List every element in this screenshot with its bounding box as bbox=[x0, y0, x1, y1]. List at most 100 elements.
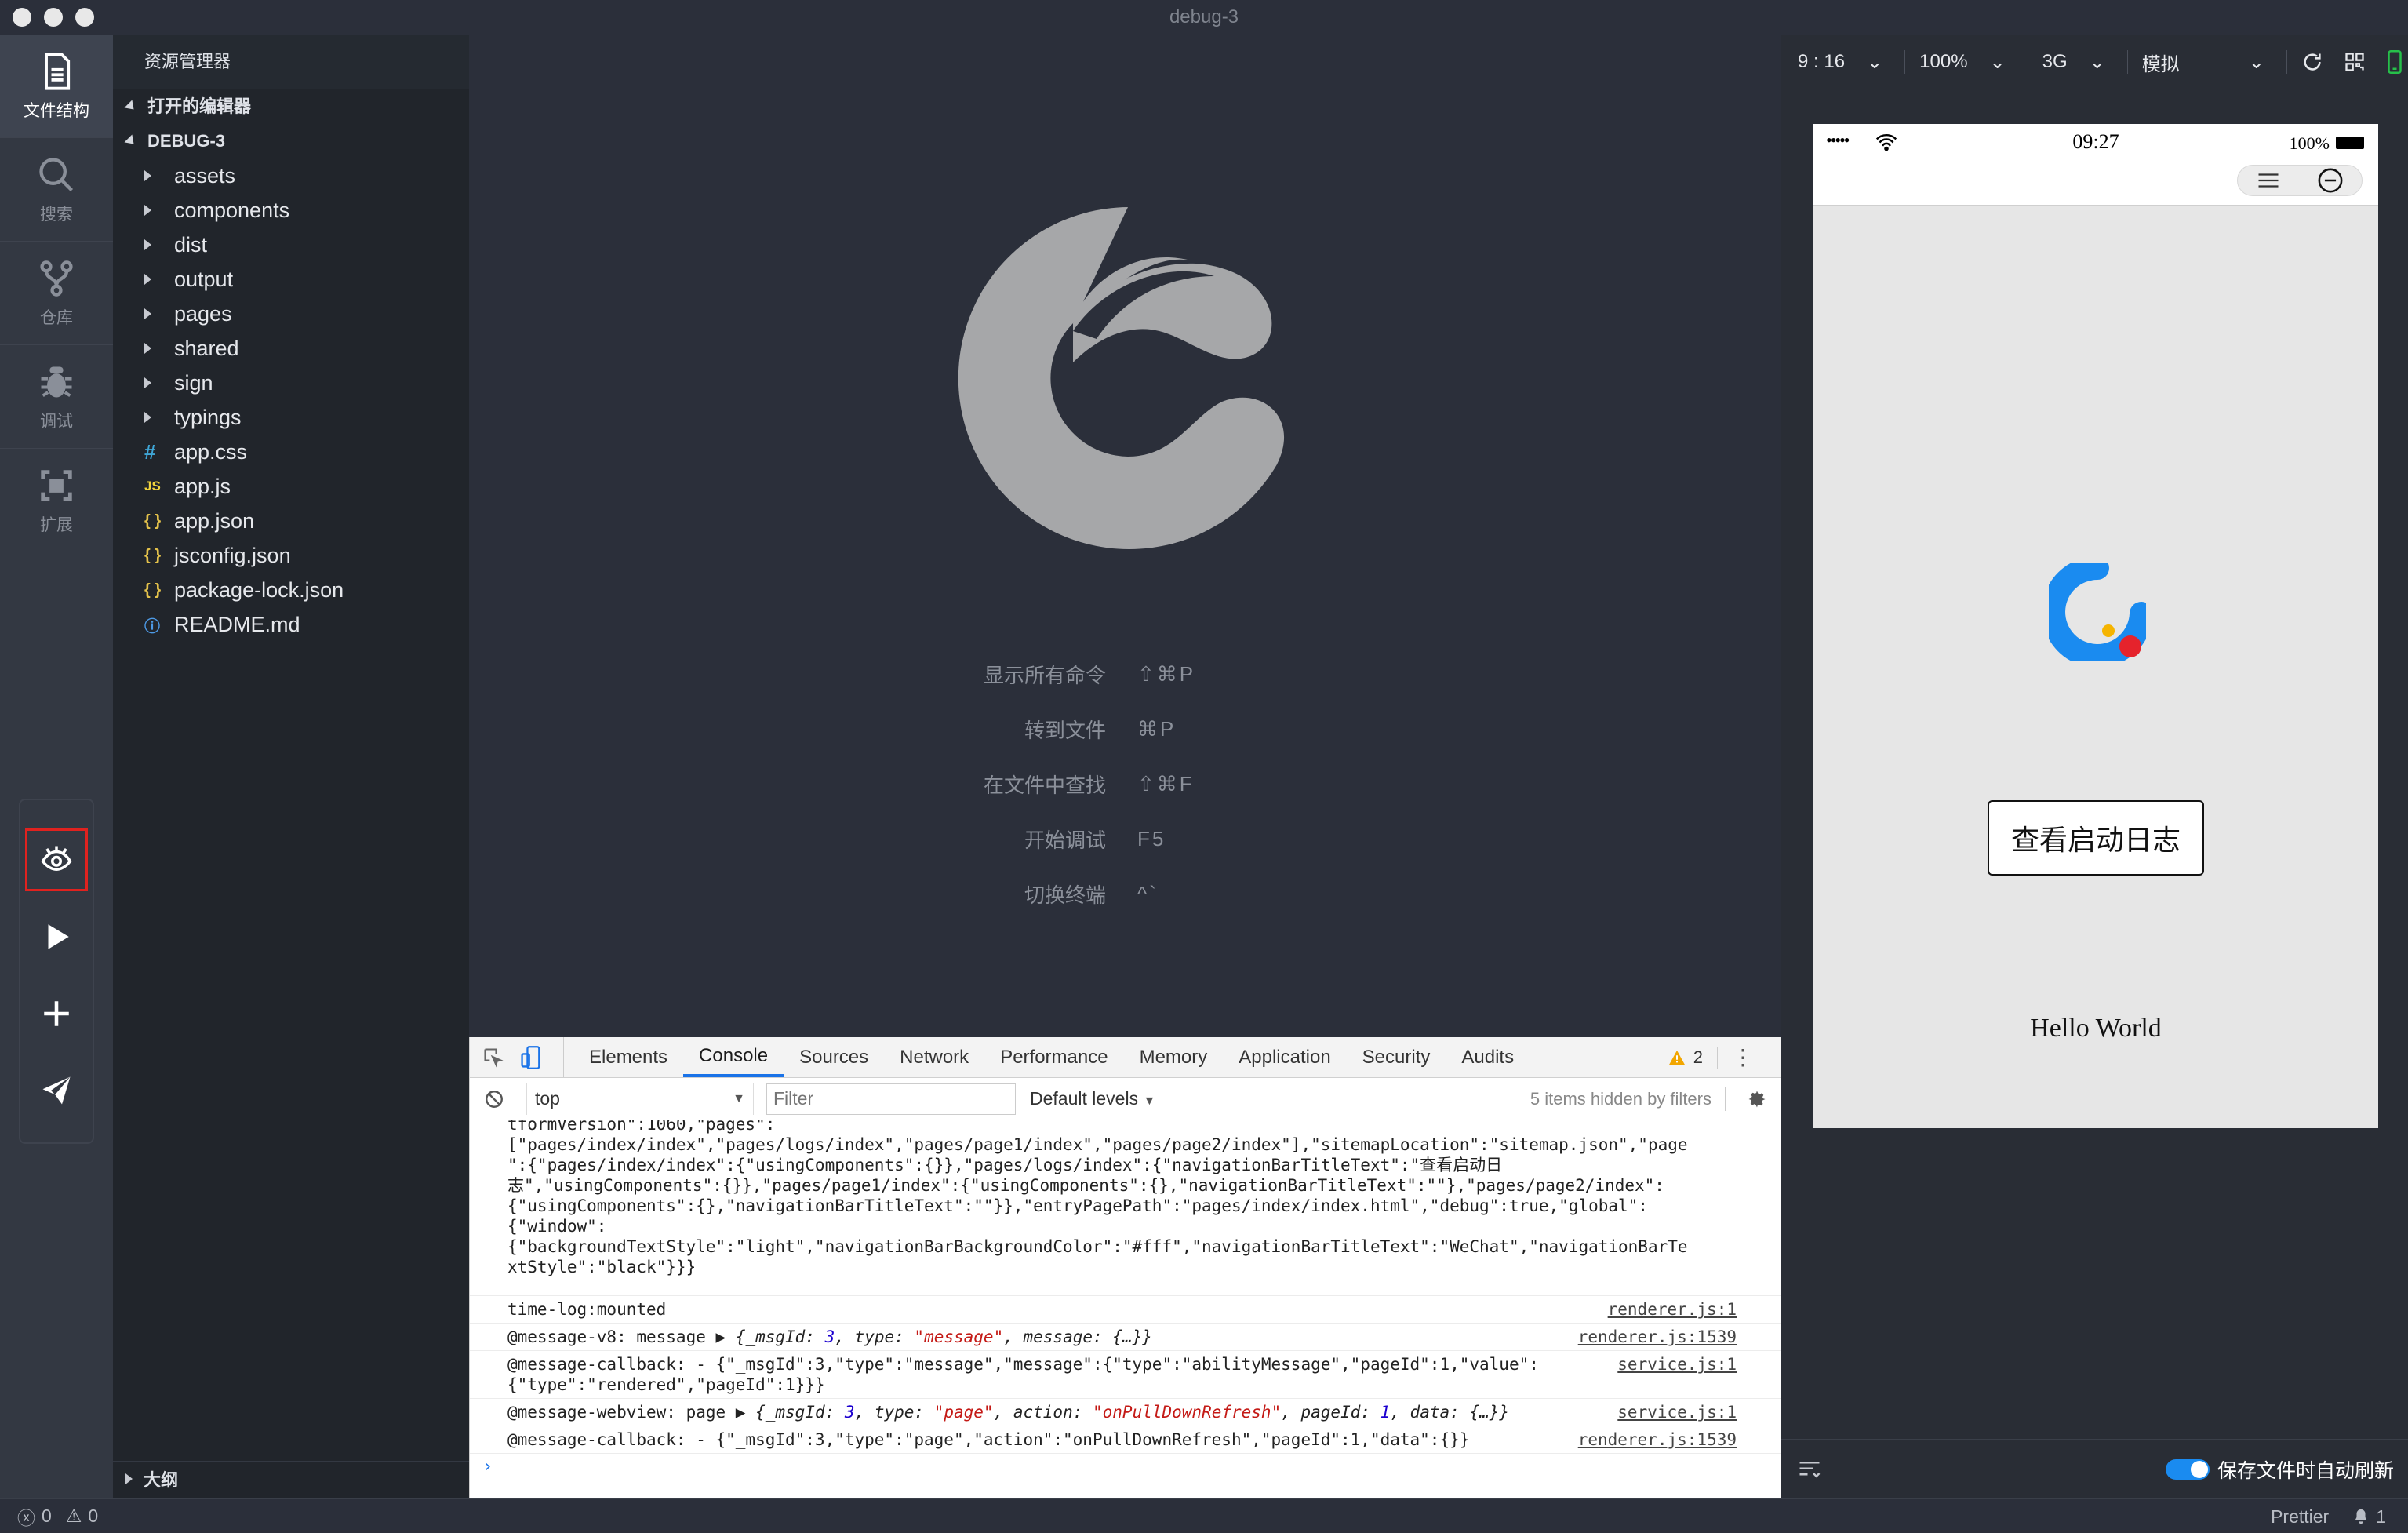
activity-bar: 文件结构 搜索 仓库 调试 扩展 bbox=[0, 35, 113, 1498]
file-name: jsconfig.json bbox=[174, 543, 291, 567]
log-source-link[interactable]: renderer.js:1 bbox=[1608, 1299, 1737, 1320]
command-row[interactable]: 切换终端 ^` bbox=[469, 866, 1781, 921]
command-shortcut: ⇧⌘P bbox=[1137, 661, 1196, 686]
error-count: 0 bbox=[42, 1506, 52, 1526]
log-source-link[interactable]: renderer.js:1539 bbox=[1578, 1429, 1737, 1450]
log-object[interactable]: {_msgId: 3, type: "message", message: {…… bbox=[736, 1327, 1152, 1346]
warning-counter[interactable]: 2 ⋮ bbox=[1668, 1037, 1754, 1078]
settings-gear-icon[interactable] bbox=[1746, 1088, 1768, 1110]
problems-indicator[interactable]: ⓧ 0 ⚠ 0 bbox=[17, 1503, 98, 1530]
publish-button[interactable] bbox=[25, 1059, 88, 1122]
close-circle-icon[interactable] bbox=[2317, 167, 2344, 194]
project-section[interactable]: DEBUG-3 bbox=[113, 124, 469, 158]
tree-folder[interactable]: dist bbox=[113, 228, 469, 262]
tree-folder[interactable]: assets bbox=[113, 158, 469, 193]
tab-memory[interactable]: Memory bbox=[1124, 1037, 1224, 1077]
log-object[interactable]: {_msgId: 3, type: "page", action: "onPul… bbox=[755, 1403, 1509, 1422]
tree-file[interactable]: ⓘ README.md bbox=[113, 607, 469, 642]
eye-icon bbox=[41, 846, 72, 872]
log-source-link[interactable]: renderer.js:1539 bbox=[1578, 1327, 1737, 1347]
tab-network[interactable]: Network bbox=[884, 1037, 984, 1077]
file-name: app.js bbox=[174, 474, 231, 498]
tree-folder[interactable]: sign bbox=[113, 366, 469, 400]
activity-debug[interactable]: 调试 bbox=[0, 345, 113, 449]
hidden-items-note: 5 items hidden by filters bbox=[1530, 1088, 1711, 1109]
section-label: DEBUG-3 bbox=[147, 131, 226, 151]
context-select[interactable]: top ▼ bbox=[526, 1083, 754, 1115]
list-settings-icon[interactable] bbox=[1798, 1459, 1821, 1480]
outline-section[interactable]: 大纲 bbox=[113, 1461, 469, 1495]
log-source-link[interactable]: service.js:1 bbox=[1617, 1402, 1737, 1422]
preview-button[interactable] bbox=[25, 828, 88, 891]
add-button[interactable] bbox=[25, 982, 88, 1045]
tree-file[interactable]: { } jsconfig.json bbox=[113, 538, 469, 573]
tree-folder[interactable]: typings bbox=[113, 400, 469, 435]
auto-refresh-toggle[interactable] bbox=[2165, 1458, 2210, 1480]
command-row[interactable]: 在文件中查找 ⇧⌘F bbox=[469, 756, 1781, 811]
command-row[interactable]: 显示所有命令 ⇧⌘P bbox=[469, 646, 1781, 701]
tree-file[interactable]: JS app.js bbox=[113, 469, 469, 504]
command-label: 切换终端 bbox=[1024, 883, 1106, 907]
play-icon bbox=[48, 924, 69, 949]
command-row[interactable]: 开始调试 F5 bbox=[469, 811, 1781, 866]
app-logo-icon bbox=[2049, 563, 2146, 661]
inspect-element-icon[interactable] bbox=[482, 1047, 504, 1069]
formatter-status[interactable]: Prettier bbox=[2271, 1506, 2329, 1528]
tree-file[interactable]: # app.css bbox=[113, 435, 469, 469]
time-select[interactable]: 9 : 16 ⌄ bbox=[1798, 51, 1904, 74]
tab-performance[interactable]: Performance bbox=[984, 1037, 1123, 1077]
folder-name: output bbox=[174, 267, 234, 291]
tab-sources[interactable]: Sources bbox=[784, 1037, 884, 1077]
activity-file-structure[interactable]: 文件结构 bbox=[0, 35, 113, 138]
zoom-select[interactable]: 100% ⌄ bbox=[1919, 51, 2028, 74]
zoom-value: 100% bbox=[1919, 51, 1968, 72]
json-file-icon: { } bbox=[144, 546, 162, 564]
tab-application[interactable]: Application bbox=[1223, 1037, 1346, 1077]
console-filter-input[interactable] bbox=[766, 1083, 1016, 1115]
chevron-right-icon bbox=[125, 1473, 133, 1484]
tree-folder[interactable]: output bbox=[113, 262, 469, 297]
run-button[interactable] bbox=[25, 905, 88, 968]
notifications[interactable]: 1 bbox=[2352, 1506, 2386, 1528]
tree-file[interactable]: { } package-lock.json bbox=[113, 573, 469, 607]
menu-icon[interactable] bbox=[2257, 171, 2280, 190]
tree-folder[interactable]: shared bbox=[113, 331, 469, 366]
log-source-link[interactable]: service.js:1 bbox=[1617, 1354, 1737, 1375]
command-shortcut: F5 bbox=[1137, 826, 1166, 850]
log-levels-select[interactable]: Default levels ▼ bbox=[1030, 1088, 1155, 1109]
view-startup-log-button[interactable]: 查看启动日志 bbox=[1988, 800, 2204, 876]
warning-count: 2 bbox=[1693, 1047, 1703, 1067]
activity-repository[interactable]: 仓库 bbox=[0, 242, 113, 345]
devtools-panel: Elements Console Sources Network Perform… bbox=[469, 1037, 1781, 1498]
activity-extensions[interactable]: 扩展 bbox=[0, 449, 113, 552]
mode-select[interactable]: 模拟 ⌄ bbox=[2142, 49, 2286, 76]
refresh-icon[interactable] bbox=[2301, 51, 2323, 73]
device-toolbar-icon[interactable] bbox=[520, 1045, 542, 1070]
quick-tools-panel bbox=[19, 799, 94, 1144]
network-select[interactable]: 3G ⌄ bbox=[2042, 51, 2127, 74]
tree-file[interactable]: { } app.json bbox=[113, 504, 469, 538]
phone-status-bar: ••••• 09:27 100% bbox=[1813, 124, 2378, 160]
tree-folder[interactable]: pages bbox=[113, 297, 469, 331]
qr-code-icon[interactable] bbox=[2344, 51, 2366, 73]
tab-security[interactable]: Security bbox=[1347, 1037, 1446, 1077]
tab-elements[interactable]: Elements bbox=[573, 1037, 683, 1077]
divider bbox=[1717, 1047, 1718, 1069]
folder-name: dist bbox=[174, 232, 208, 257]
command-shortcut: ^` bbox=[1137, 881, 1159, 905]
console-prompt[interactable]: › bbox=[470, 1454, 1781, 1480]
clear-console-icon[interactable] bbox=[484, 1089, 504, 1109]
folder-name: typings bbox=[174, 405, 242, 429]
tree-folder[interactable]: components bbox=[113, 193, 469, 228]
activity-search[interactable]: 搜索 bbox=[0, 138, 113, 242]
chevron-right-icon bbox=[144, 170, 174, 181]
tab-console[interactable]: Console bbox=[683, 1037, 784, 1077]
console-log-line: @message-v8: message ▶ {_msgId: 3, type:… bbox=[470, 1324, 1781, 1351]
open-editors-section[interactable]: 打开的编辑器 bbox=[113, 89, 469, 124]
notification-count: 1 bbox=[2376, 1506, 2386, 1527]
command-row[interactable]: 转到文件 ⌘P bbox=[469, 701, 1781, 756]
more-options-icon[interactable]: ⋮ bbox=[1732, 1047, 1754, 1069]
phone-device-icon[interactable] bbox=[2386, 50, 2403, 74]
folder-name: assets bbox=[174, 163, 236, 188]
tab-audits[interactable]: Audits bbox=[1446, 1037, 1530, 1077]
